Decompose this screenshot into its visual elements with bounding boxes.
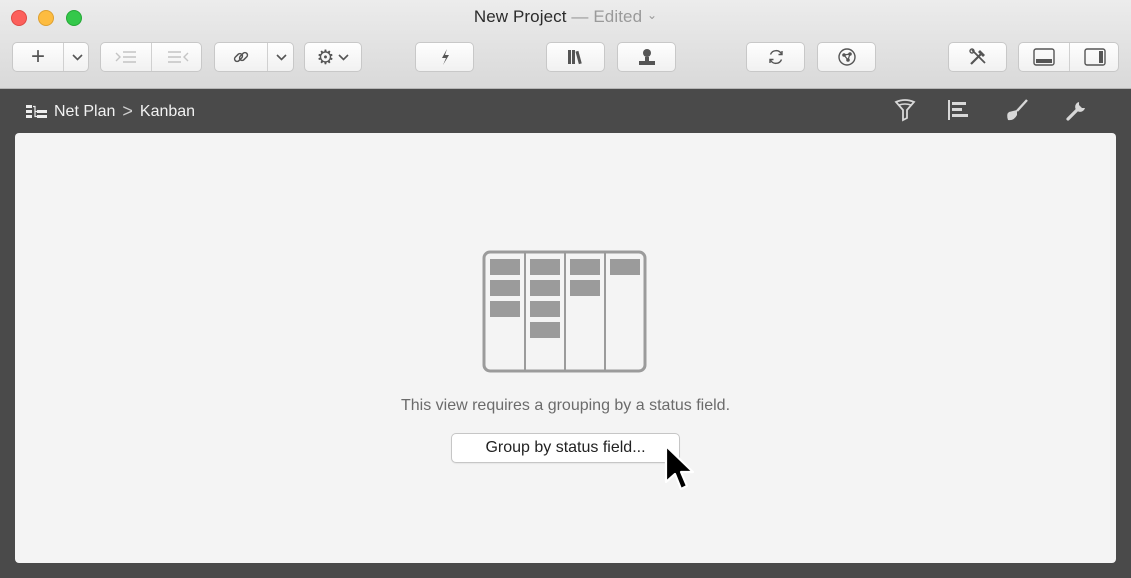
right-panel-icon[interactable]	[1070, 43, 1120, 71]
gear-chevron-icon	[338, 53, 350, 61]
document-status: Edited	[593, 7, 643, 26]
link-icon[interactable]	[215, 43, 267, 71]
indent-icon[interactable]	[101, 43, 151, 71]
add-menu-chevron-icon[interactable]	[64, 43, 90, 71]
resources-button[interactable]	[617, 42, 676, 72]
document-name: New Project	[473, 7, 567, 26]
gantt-icon[interactable]	[945, 97, 971, 123]
refresh-icon	[768, 49, 783, 65]
add-symbol: +	[30, 43, 45, 70]
breadcrumb-root[interactable]: Net Plan	[54, 103, 115, 121]
add-button[interactable]: +	[12, 42, 89, 72]
library-button[interactable]	[546, 42, 605, 72]
empty-state-message: This view requires a grouping by a statu…	[400, 397, 731, 414]
group-by-status-button[interactable]: Group by status field...	[451, 433, 680, 463]
app-window: New Project — Edited ⌄ + ⚙ Net Plan > Ka…	[0, 0, 1131, 578]
kanban-board-icon	[482, 250, 647, 373]
outdent-icon[interactable]	[152, 43, 203, 71]
lightning-icon	[441, 49, 449, 65]
gear-icon: ⚙	[316, 46, 335, 69]
action-menu-button[interactable]: ⚙	[304, 42, 362, 72]
bottom-panel-icon[interactable]	[1019, 43, 1069, 71]
tools-button[interactable]	[948, 42, 1007, 72]
kanban-view-area: This view requires a grouping by a statu…	[15, 133, 1116, 563]
breadcrumb-separator: >	[122, 101, 133, 121]
indent-outdent-group	[100, 42, 202, 72]
wrench-icon[interactable]	[1064, 97, 1090, 123]
mouse-cursor-icon	[664, 444, 695, 491]
hierarchy-icon	[26, 104, 47, 118]
network-button[interactable]	[817, 42, 876, 72]
title-separator: —	[566, 7, 594, 26]
panel-toggle-group	[1018, 42, 1119, 72]
breadcrumb: Net Plan > Kanban	[26, 101, 195, 122]
title-chevron-icon: ⌄	[646, 8, 658, 22]
titlebar: New Project — Edited ⌄ + ⚙	[0, 0, 1131, 89]
filter-icon[interactable]	[892, 97, 918, 123]
quick-action-button[interactable]	[415, 42, 474, 72]
link-button[interactable]	[214, 42, 294, 72]
network-icon	[837, 48, 856, 66]
tools-icon	[968, 48, 986, 65]
breadcrumb-current[interactable]: Kanban	[140, 103, 195, 121]
link-menu-chevron-icon[interactable]	[268, 43, 295, 71]
window-title[interactable]: New Project — Edited ⌄	[0, 7, 1131, 27]
refresh-button[interactable]	[746, 42, 805, 72]
add-icon[interactable]: +	[13, 43, 63, 71]
library-icon	[567, 50, 582, 65]
person-icon	[638, 49, 655, 65]
brush-icon[interactable]	[1004, 97, 1030, 123]
